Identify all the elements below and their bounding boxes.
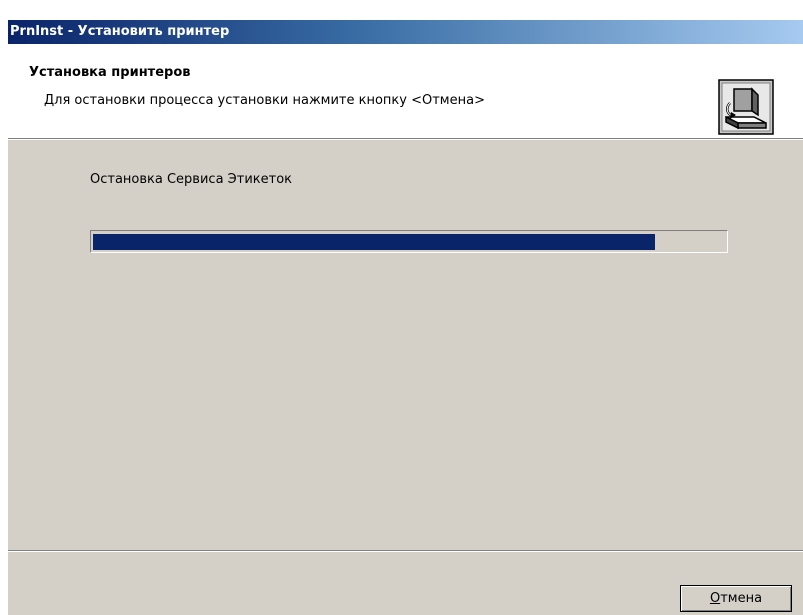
footer-divider-highlight (8, 551, 803, 552)
cancel-button-mnemonic: О (709, 591, 721, 606)
window-title: PrnInst - Установить принтер (10, 24, 230, 39)
header-title: Установка принтеров (29, 65, 191, 80)
printer-install-icon (718, 79, 774, 135)
header-panel: Установка принтеров Для остановки процес… (8, 44, 803, 139)
title-bar[interactable]: PrnInst - Установить принтер (8, 20, 803, 44)
status-text: Остановка Сервиса Этикеток (90, 172, 292, 187)
header-separator (8, 139, 803, 140)
installer-window: PrnInst - Установить принтер Установка п… (8, 20, 803, 615)
cancel-button[interactable]: Отмена (680, 585, 792, 612)
header-subtitle: Для остановки процесса установки нажмите… (44, 93, 485, 108)
progress-bar-fill (93, 234, 655, 250)
cancel-button-label: тмена (720, 591, 763, 606)
progress-bar (90, 230, 728, 253)
